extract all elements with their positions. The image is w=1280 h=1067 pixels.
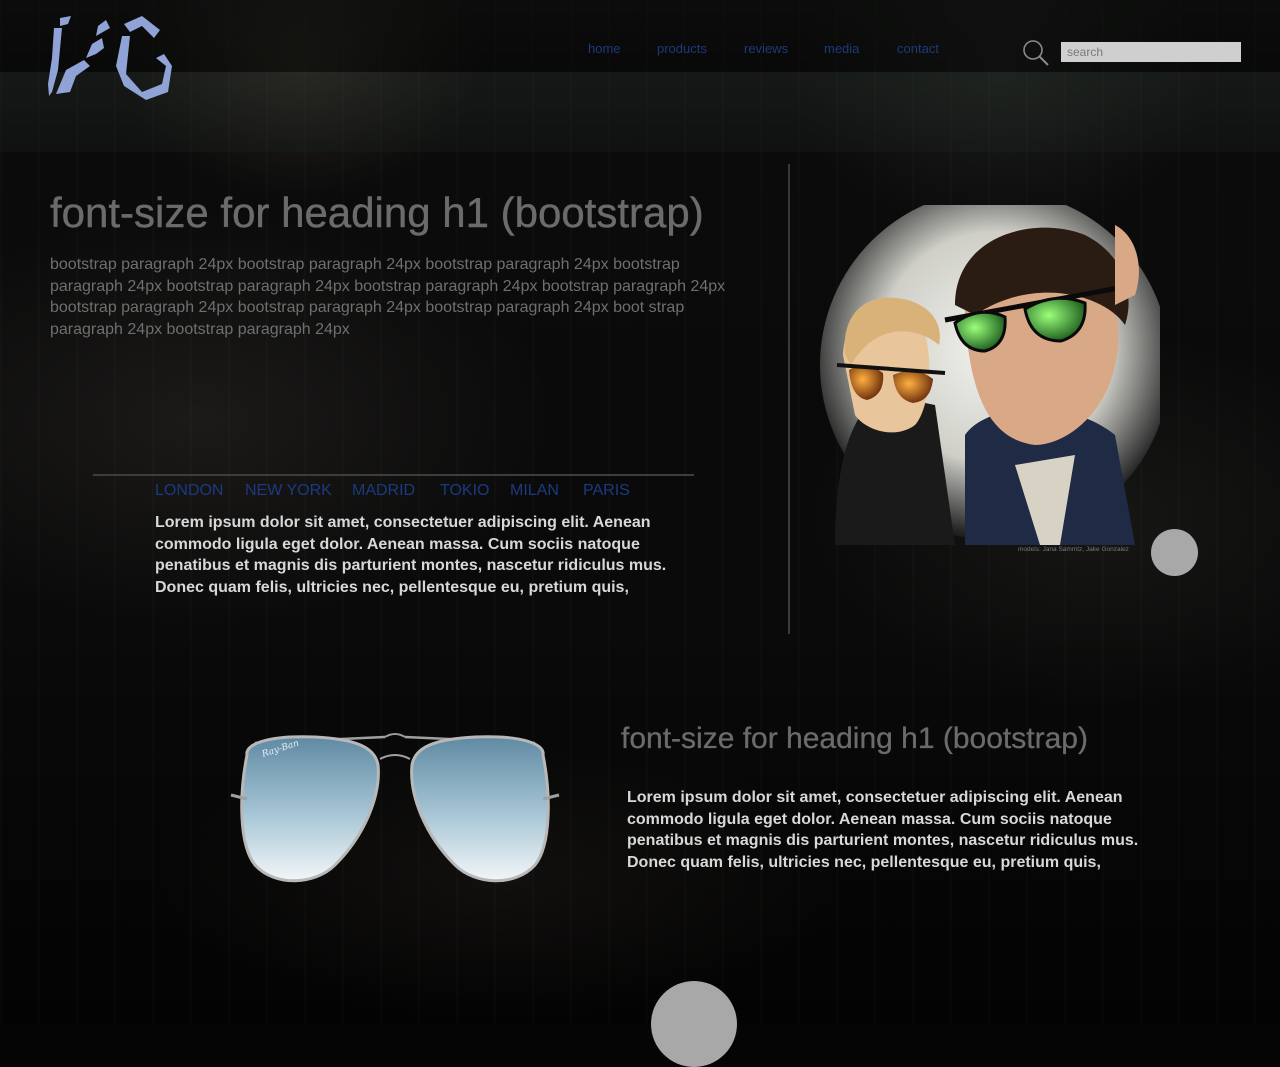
nav-reviews[interactable]: reviews	[744, 41, 788, 56]
city-link-milan[interactable]: MILAN	[510, 482, 559, 500]
city-link-tokio[interactable]: TOKIO	[440, 482, 490, 500]
sunglasses-image: Ray-Ban	[230, 733, 560, 883]
models-photo	[820, 205, 1160, 545]
city-link-new-york[interactable]: NEW YORK	[245, 482, 332, 500]
nav-contact[interactable]: contact	[897, 41, 939, 56]
nav-media[interactable]: media	[824, 41, 859, 56]
section-title: font-size for heading h1 (bootstrap)	[621, 722, 1088, 755]
nav-home[interactable]: home	[588, 41, 621, 56]
logo-icon[interactable]	[46, 14, 172, 102]
search-input[interactable]	[1061, 42, 1241, 62]
hero-title: font-size for heading h1 (bootstrap)	[50, 189, 704, 236]
intro-text: Lorem ipsum dolor sit amet, consectetuer…	[155, 514, 667, 596]
header-band	[0, 72, 1280, 152]
hero-paragraph: bootstrap paragraph 24px bootstrap parag…	[50, 256, 726, 338]
photo-credit: models: Jana Sammtz, Jake Gonzalez	[1018, 546, 1129, 553]
search-icon[interactable]	[1021, 38, 1051, 68]
nav-products[interactable]: products	[657, 41, 707, 56]
vertical-divider	[788, 164, 790, 634]
city-link-paris[interactable]: PARIS	[583, 482, 630, 500]
city-link-madrid[interactable]: MADRID	[352, 482, 415, 500]
section-text: Lorem ipsum dolor sit amet, consectetuer…	[627, 789, 1139, 871]
scroll-circle-button[interactable]	[651, 981, 737, 1067]
circle-button[interactable]	[1151, 529, 1198, 576]
city-link-london[interactable]: LONDON	[155, 482, 223, 500]
cities-divider	[93, 474, 694, 476]
